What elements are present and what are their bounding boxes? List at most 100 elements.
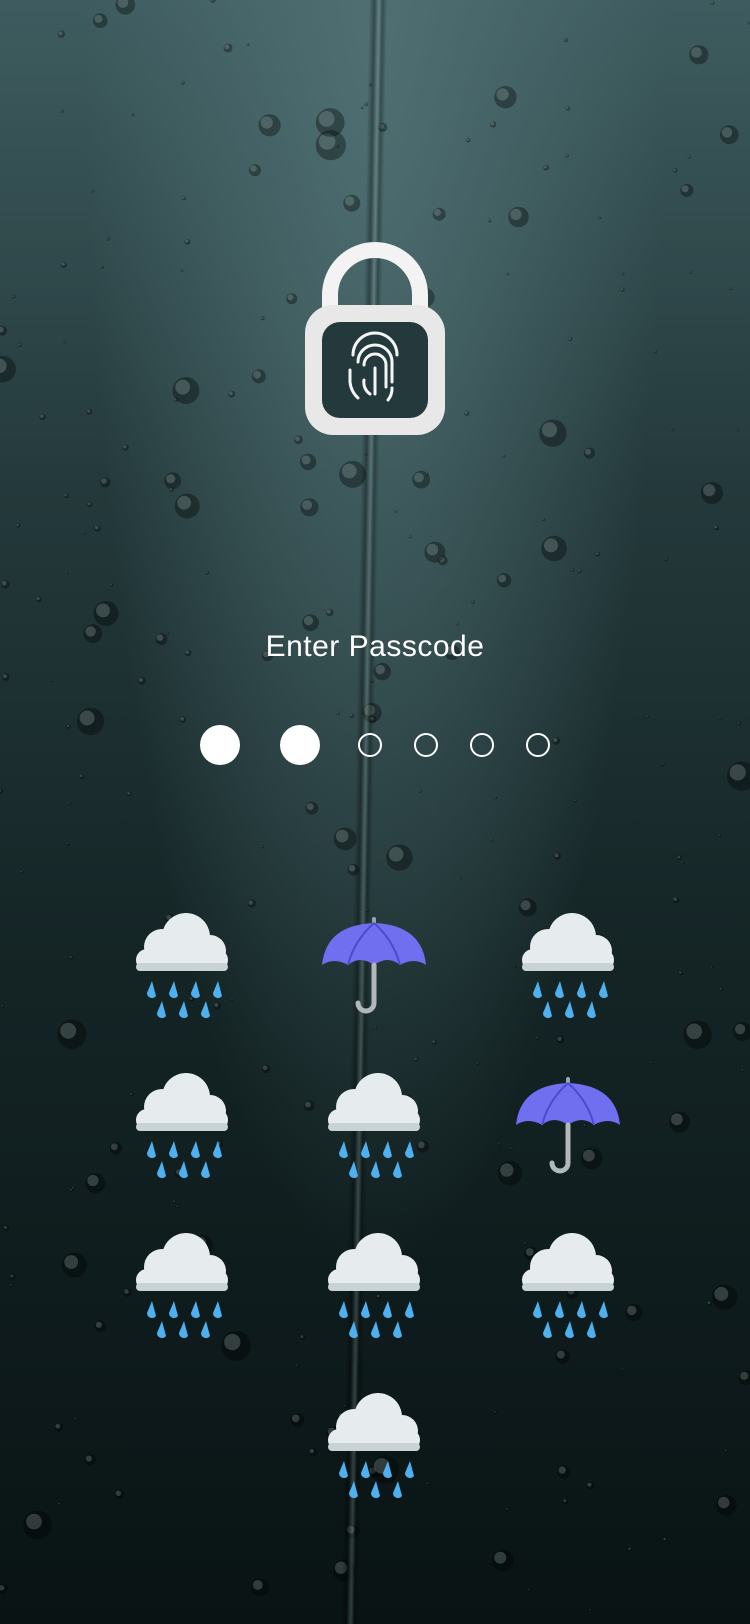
raindrop-decoration [563,38,569,43]
raindrop-decoration [535,1036,540,1040]
raindrop-decoration [260,316,265,321]
raindrop-decoration [305,801,319,815]
raindrop-decoration [164,472,182,490]
raindrop-decoration [105,236,110,241]
raindrop-decoration [497,1142,501,1146]
raindrop-decoration [19,870,24,874]
raindrop-decoration [360,106,364,110]
keypad-key-8[interactable] [314,1225,434,1345]
raindrop-decoration [172,1199,177,1204]
raindrop-decoration [700,481,724,505]
cloud-rain-icon [136,913,228,1018]
raindrop-decoration [251,369,266,384]
raindrop-decoration [93,601,119,626]
raindrop-decoration [621,272,625,276]
raindrop-decoration [506,1507,510,1511]
raindrop-decoration [678,970,684,976]
raindrop-decoration [286,293,298,305]
raindrop-decoration [299,453,317,471]
raindrop-decoration [707,1301,712,1306]
keypad-key-3[interactable] [508,905,628,1025]
raindrop-decoration [413,1057,419,1062]
raindrop-decoration [173,397,179,403]
raindrop-decoration [333,827,357,851]
raindrop-decoration [650,1061,654,1065]
umbrella-icon [516,1077,620,1174]
raindrop-decoration [0,1584,8,1594]
raindrop-decoration [487,219,492,223]
raindrop-decoration [492,1549,514,1572]
raindrop-decoration [3,1225,10,1231]
raindrop-decoration [424,541,446,563]
raindrop-decoration [176,1205,179,1209]
raindrop-decoration [247,899,256,908]
keypad-key-7[interactable] [122,1225,242,1345]
raindrop-decoration [61,1252,87,1278]
raindrop-decoration [738,1370,750,1386]
raindrop-decoration [0,326,7,336]
raindrop-decoration [595,551,601,557]
raindrop-decoration [94,1320,106,1332]
raindrop-decoration [437,555,448,566]
raindrop-decoration [464,410,470,416]
raindrop-decoration [65,571,69,575]
raindrop-decoration [646,715,650,719]
raindrop-decoration [741,1068,745,1072]
keypad-key-9[interactable] [508,1225,628,1345]
keypad-key-6[interactable] [508,1065,628,1185]
raindrop-decoration [664,557,668,562]
raindrop-decoration [432,207,446,221]
raindrop-decoration [680,183,694,197]
raindrop-decoration [586,1481,595,1490]
raindrop-decoration [736,428,740,432]
raindrop-decoration [182,196,186,201]
raindrop-decoration [71,1186,76,1190]
raindrop-decoration [1,580,10,589]
raindrop-decoration [710,1,715,5]
raindrop-decoration [169,487,174,492]
raindrop-decoration [131,112,135,117]
raindrop-decoration [101,265,104,269]
raindrop-decoration [672,896,680,904]
raindrop-decoration [683,1020,712,1049]
passcode-dot-3 [358,733,382,757]
raindrop-decoration [726,761,750,791]
raindrop-decoration [668,1111,691,1133]
raindrop-decoration [621,1367,625,1371]
cloud-rain-icon [328,1073,420,1178]
raindrop-decoration [179,716,187,724]
raindrop-decoration [556,1035,565,1044]
raindrop-decoration [63,493,69,499]
raindrop-decoration [493,1410,497,1414]
raindrop-decoration [302,614,319,632]
keypad-key-5[interactable] [314,1065,434,1185]
raindrop-decoration [336,711,340,716]
raindrop-decoration [57,1019,87,1049]
raindrop-decoration [184,238,191,245]
keypad-key-1[interactable] [122,905,242,1025]
raindrop-decoration [573,799,577,803]
raindrop-decoration [711,1284,738,1310]
keypad-key-0[interactable] [314,1385,434,1505]
raindrop-decoration [724,1449,728,1453]
raindrop-decoration [672,167,678,173]
raindrop-decoration [60,261,67,268]
raindrop-decoration [677,855,682,861]
raindrop-decoration [418,789,422,793]
raindrop-decoration [109,1142,123,1155]
raindrop-decoration [93,13,108,28]
raindrop-decoration [228,390,236,398]
raindrop-decoration [543,164,549,171]
keypad-key-2[interactable] [314,905,434,1025]
raindrop-decoration [713,525,720,531]
raindrop-decoration [662,1537,668,1542]
raindrop-decoration [9,1284,13,1288]
raindrop-decoration [9,1274,16,1280]
raindrop-decoration [79,773,85,779]
raindrop-decoration [577,569,582,574]
raindrop-decoration [69,1188,74,1192]
raindrop-decoration [539,419,567,447]
keypad-key-4[interactable] [122,1065,242,1185]
raindrop-decoration [680,861,685,865]
passcode-dot-5 [470,733,494,757]
